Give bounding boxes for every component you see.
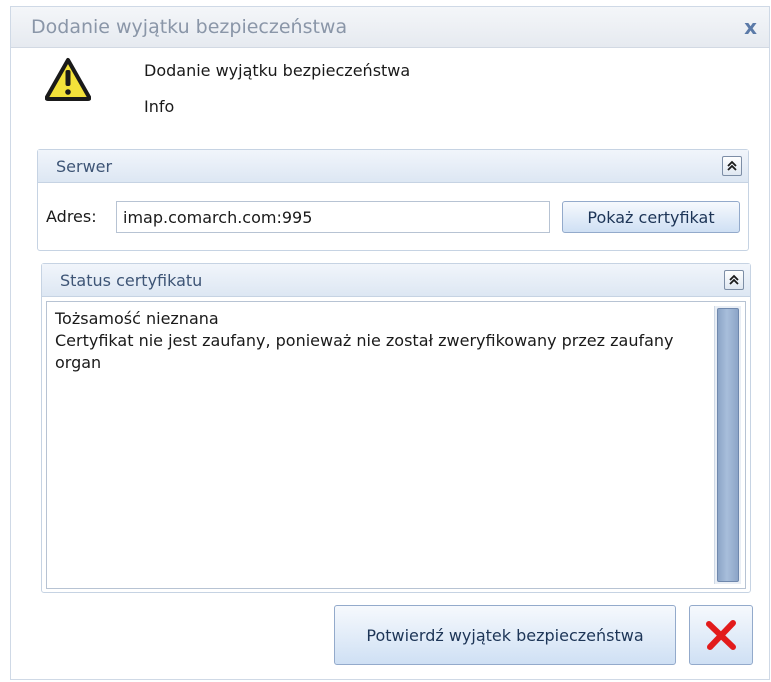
status-line-trust: Certyfikat nie jest zaufany, ponieważ ni…: [55, 331, 674, 372]
title-bar[interactable]: Dodanie wyjątku bezpieczeństwa x: [11, 7, 769, 48]
confirm-exception-button[interactable]: Potwierdź wyjątek bezpieczeństwa: [334, 605, 676, 665]
red-x-icon: [706, 620, 736, 650]
status-scrollbar[interactable]: [714, 306, 741, 584]
status-text: Tożsamość nieznana Certyfikat nie jest z…: [55, 308, 709, 374]
server-group-header: Serwer: [38, 150, 748, 183]
scrollbar-thumb[interactable]: [717, 308, 739, 582]
certificate-status-group: Status certyfikatu Tożsamość nieznana Ce…: [41, 263, 751, 593]
status-line-identity: Tożsamość nieznana: [55, 309, 219, 328]
security-exception-dialog: Dodanie wyjątku bezpieczeństwa x Dodanie…: [10, 6, 770, 680]
header-subtitle: Info: [144, 97, 175, 116]
server-group-title: Serwer: [56, 156, 113, 176]
status-text-area[interactable]: Tożsamość nieznana Certyfikat nie jest z…: [46, 301, 746, 589]
server-group: Serwer Adres: Pokaż certyfikat: [37, 149, 749, 251]
close-icon[interactable]: x: [744, 17, 757, 37]
address-label: Adres:: [46, 207, 97, 226]
certificate-status-header: Status certyfikatu: [42, 264, 750, 297]
window-title: Dodanie wyjątku bezpieczeństwa: [31, 16, 348, 38]
header-title: Dodanie wyjątku bezpieczeństwa: [144, 61, 411, 80]
cancel-button[interactable]: [689, 605, 753, 665]
dialog-header: Dodanie wyjątku bezpieczeństwa Info: [11, 47, 769, 137]
certificate-status-title: Status certyfikatu: [60, 270, 203, 290]
double-chevron-up-icon[interactable]: [722, 156, 742, 176]
double-chevron-up-icon[interactable]: [724, 270, 744, 290]
address-input[interactable]: [116, 201, 550, 233]
show-certificate-button[interactable]: Pokaż certyfikat: [562, 201, 740, 233]
warning-triangle-icon: [45, 58, 91, 101]
certificate-status-body: Tożsamość nieznana Certyfikat nie jest z…: [42, 297, 750, 593]
